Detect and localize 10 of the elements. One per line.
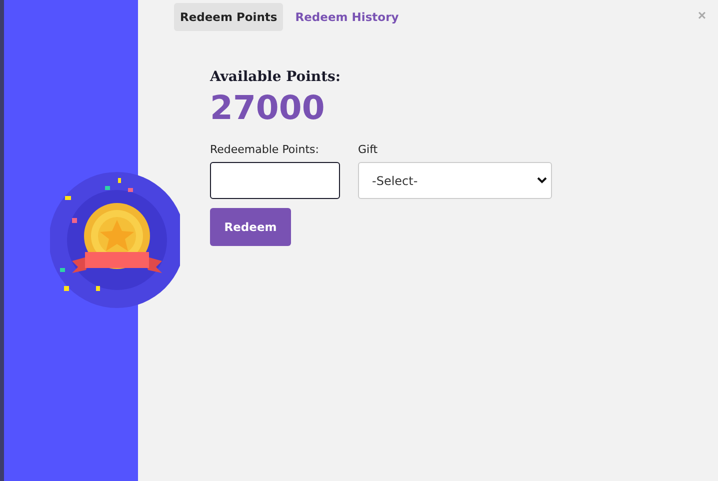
gift-dropdown[interactable]: -Select- <box>358 162 552 199</box>
points-value: 27000 <box>210 88 326 128</box>
chevron-down-icon <box>537 177 547 184</box>
available-points-label: Available Points: <box>210 69 342 85</box>
field-label: Redeemable Points: <box>210 143 320 156</box>
redeem-button[interactable]: Redeem <box>210 208 291 246</box>
field-label: Gift <box>358 143 379 156</box>
points-input[interactable] <box>210 162 340 199</box>
tab[interactable]: Redeem Points <box>174 3 284 31</box>
tab[interactable]: Redeem History <box>289 3 405 31</box>
